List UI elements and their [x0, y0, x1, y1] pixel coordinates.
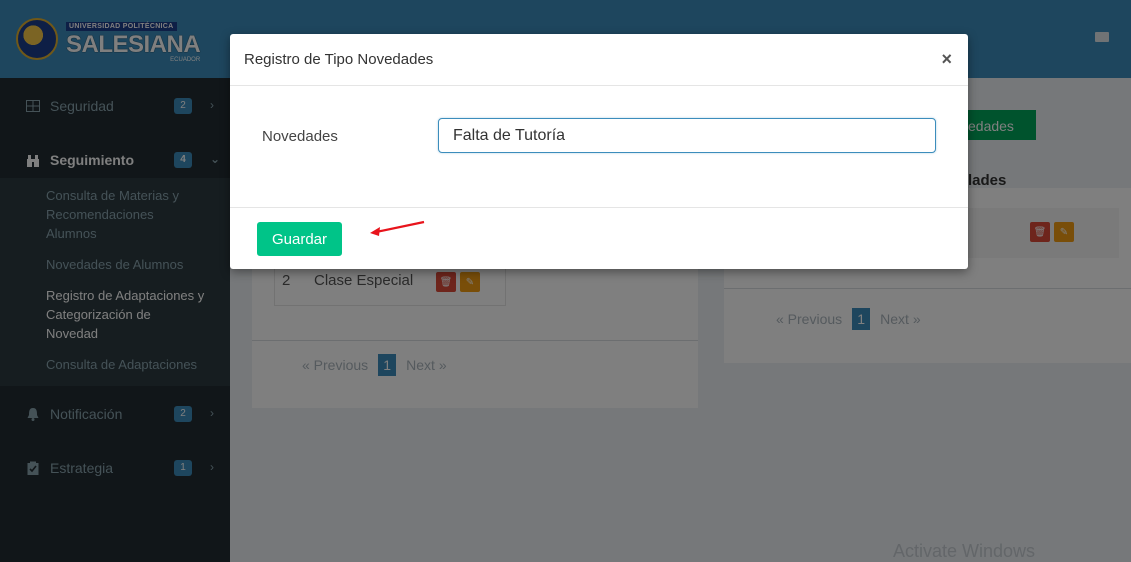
modal-title: Registro de Tipo Novedades — [244, 51, 434, 68]
close-icon[interactable]: × — [941, 50, 952, 68]
save-button[interactable]: Guardar — [257, 222, 342, 256]
modal-body: Novedades — [230, 86, 968, 208]
modal-header: Registro de Tipo Novedades × — [230, 34, 968, 86]
novedades-input[interactable] — [438, 118, 936, 153]
red-arrow-annotation — [370, 220, 425, 236]
registro-modal: Registro de Tipo Novedades × Novedades G… — [230, 34, 968, 269]
novedades-label: Novedades — [262, 128, 338, 145]
modal-footer: Guardar — [230, 208, 968, 268]
